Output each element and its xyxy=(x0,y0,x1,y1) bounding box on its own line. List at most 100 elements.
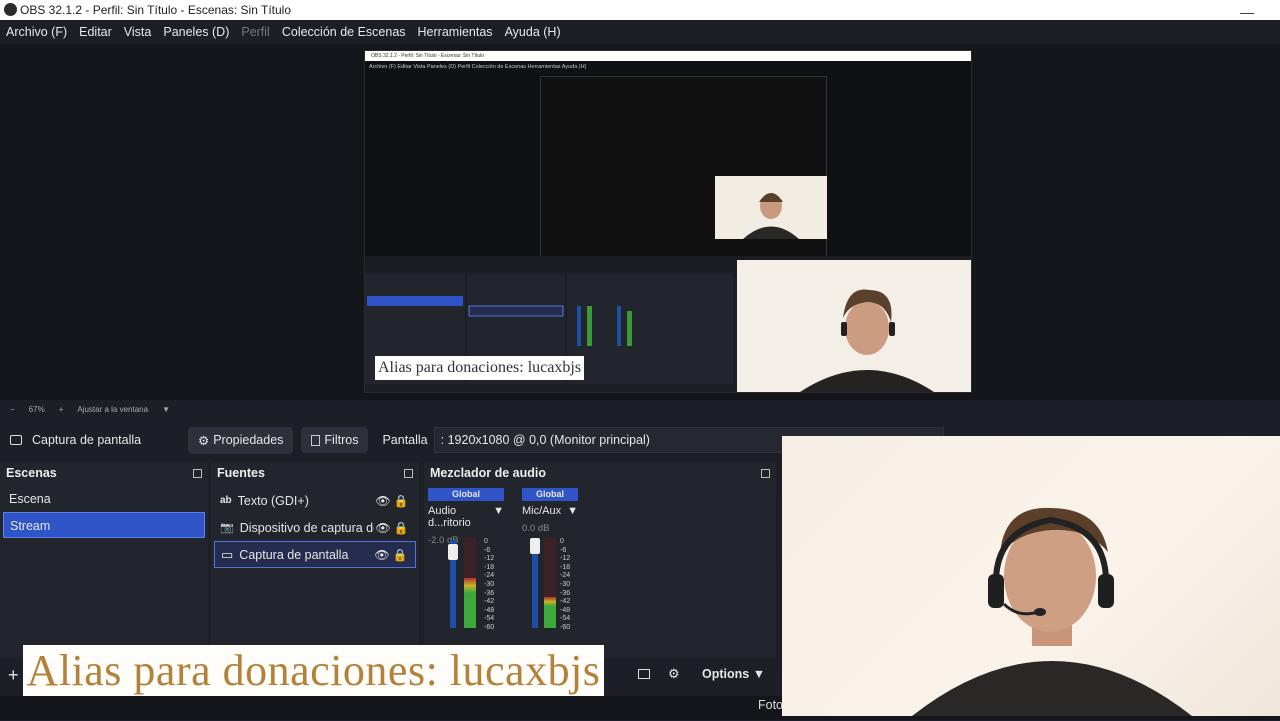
tick-label: -60 xyxy=(560,623,571,631)
eye-icon[interactable]: 👁 xyxy=(374,494,392,508)
advanced-audio-icon[interactable]: ⚙ xyxy=(668,666,680,682)
lock-icon[interactable]: 🔒 xyxy=(392,494,410,508)
volume-fader-handle[interactable] xyxy=(448,544,458,560)
channel-name: Audio d...ritorio xyxy=(428,505,471,529)
scenes-title: Escenas xyxy=(6,466,57,480)
menu-paneles[interactable]: Paneles (D) xyxy=(157,25,235,39)
tick-label: -24 xyxy=(560,572,571,580)
chevron-down-icon: ▼ xyxy=(752,667,766,681)
tick-label: 0 xyxy=(560,538,564,545)
tick-label: -30 xyxy=(560,580,571,588)
tick-label: -12 xyxy=(560,555,571,563)
sources-dock: Fuentes ab Texto (GDI+) 👁 🔒 📷 Dispositiv… xyxy=(211,462,419,658)
window-titlebar: OBS 32.1.2 - Perfil: Sin Título - Escena… xyxy=(0,0,1280,20)
meter-fill xyxy=(470,578,476,628)
tick-label: -54 xyxy=(484,615,495,623)
menu-bar: Archivo (F) Editar Vista Paneles (D) Per… xyxy=(0,20,1280,44)
mixer-channel-mic: Global Mic/Aux ▼ 0.0 dB xyxy=(522,488,578,534)
meter-fill xyxy=(550,597,556,628)
text-icon: ab xyxy=(220,495,232,506)
webcam-overlay xyxy=(782,436,1280,716)
zoom-dropdown-icon[interactable]: ▼ xyxy=(162,405,170,414)
mixer-layout-icon[interactable] xyxy=(638,669,650,679)
scenes-dock-header: Escenas xyxy=(0,462,208,484)
lock-icon[interactable]: 🔒 xyxy=(391,548,409,562)
channel-name-select[interactable]: Mic/Aux ▼ xyxy=(522,505,578,517)
mixer-title: Mezclador de audio xyxy=(430,466,546,480)
eye-icon[interactable]: 👁 xyxy=(374,521,392,535)
chevron-down-icon: ▼ xyxy=(493,505,504,517)
filters-button[interactable]: Filtros xyxy=(301,427,369,453)
filter-icon xyxy=(311,434,321,446)
nested-webcam-small xyxy=(715,176,827,239)
status-foto-label: Foto xyxy=(758,698,784,712)
source-item-text[interactable]: ab Texto (GDI+) 👁 🔒 xyxy=(214,487,416,514)
options-label: Options xyxy=(702,667,750,681)
minimize-button[interactable]: — xyxy=(1240,4,1254,20)
tick-label: -18 xyxy=(560,563,571,571)
person-icon xyxy=(912,507,1192,716)
tick-label: -30 xyxy=(484,580,495,588)
source-item-screen-capture[interactable]: ▭ Captura de pantalla 👁 🔒 xyxy=(214,541,416,568)
eye-icon[interactable]: 👁 xyxy=(373,548,391,562)
undock-icon[interactable] xyxy=(761,468,770,478)
nested-webcam xyxy=(737,260,971,392)
selected-source-name: Captura de pantalla xyxy=(32,433,142,447)
source-item-label: Dispositivo de captura de video xyxy=(239,520,374,535)
level-meter xyxy=(544,538,556,628)
menu-perfil[interactable]: Perfil xyxy=(235,25,275,39)
source-item-video-capture[interactable]: 📷 Dispositivo de captura de video 👁 🔒 xyxy=(214,514,416,541)
channel-db: 0.0 dB xyxy=(522,523,550,534)
undock-icon[interactable] xyxy=(193,468,202,478)
tick-label: -18 xyxy=(484,563,495,571)
meter-ticks: 0 -6 -12 -18 -24 -30 -36 -42 -48 -54 -60 xyxy=(484,538,494,633)
screen-label: Pantalla xyxy=(382,433,428,447)
menu-vista[interactable]: Vista xyxy=(118,25,158,39)
menu-coleccion-escenas[interactable]: Colección de Escenas xyxy=(276,25,412,39)
nested-menu: Archivo (F) Editar Vista Paneles (D) Per… xyxy=(369,64,587,70)
channel-name-select[interactable]: Audio d...ritorio ▼ xyxy=(428,505,504,529)
gear-icon: ⚙ xyxy=(198,433,210,448)
sources-dock-header: Fuentes xyxy=(211,462,419,484)
options-button[interactable]: Options ▼ xyxy=(702,667,765,681)
tick-label: -42 xyxy=(560,598,571,606)
tick-label: -6 xyxy=(560,546,567,554)
properties-button[interactable]: ⚙ Propiedades xyxy=(188,426,294,454)
selected-source: Captura de pantalla xyxy=(0,433,186,447)
channel-head: Global xyxy=(522,488,578,501)
add-scene-button[interactable]: + xyxy=(8,665,19,686)
volume-fader-handle[interactable] xyxy=(530,538,540,554)
tick-label: -6 xyxy=(484,546,491,554)
undock-icon[interactable] xyxy=(404,468,413,478)
menu-herramientas[interactable]: Herramientas xyxy=(412,25,499,39)
channel-name: Mic/Aux xyxy=(522,505,562,517)
tick-label: -36 xyxy=(484,589,495,597)
audio-mixer-dock: Mezclador de audio Global Audio d...rito… xyxy=(424,462,776,658)
tick-label: -54 xyxy=(560,615,571,623)
filters-label: Filtros xyxy=(324,433,359,447)
person-icon xyxy=(800,289,934,392)
mixer-dock-header: Mezclador de audio xyxy=(424,462,776,484)
scene-item-stream[interactable]: Stream xyxy=(3,512,205,538)
source-item-label: Captura de pantalla xyxy=(239,547,349,562)
menu-editar[interactable]: Editar xyxy=(73,25,118,39)
zoom-in-button[interactable]: + xyxy=(59,405,64,414)
menu-archivo[interactable]: Archivo (F) xyxy=(0,25,73,39)
zoom-out-button[interactable]: − xyxy=(10,405,15,414)
window-title: OBS 32.1.2 - Perfil: Sin Título - Escena… xyxy=(20,3,292,17)
properties-label: Propiedades xyxy=(213,433,284,447)
level-meter xyxy=(464,538,476,628)
menu-ayuda[interactable]: Ayuda (H) xyxy=(499,25,567,39)
nested-alias-text: Alias para donaciones: lucaxbjs xyxy=(375,356,585,380)
channel-head: Global xyxy=(428,488,504,501)
monitor-icon xyxy=(10,435,22,445)
fit-to-window-option[interactable]: Ajustar a la ventana xyxy=(77,405,148,414)
screen-select-value: : 1920x1080 @ 0,0 (Monitor principal) xyxy=(440,433,650,447)
tick-label: -60 xyxy=(484,623,495,631)
tick-label: 0 xyxy=(484,538,488,545)
chevron-down-icon: ▼ xyxy=(567,505,578,517)
screen-capture-preview: OBS 32.1.2 - Perfil: Sin Título - Escena… xyxy=(364,50,972,393)
zoom-level: 67% xyxy=(28,404,45,414)
scene-item-escena[interactable]: Escena xyxy=(3,486,205,512)
lock-icon[interactable]: 🔒 xyxy=(392,521,410,535)
